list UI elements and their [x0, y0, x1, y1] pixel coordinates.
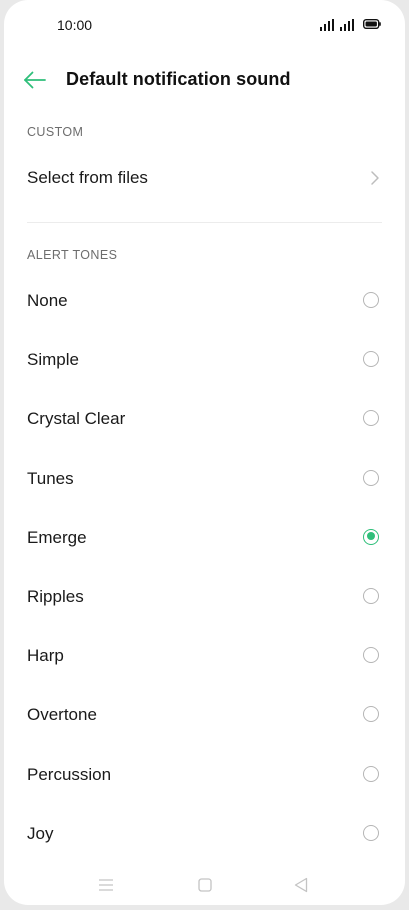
tone-item-joy[interactable]: Joy [4, 805, 405, 864]
radio-button[interactable] [363, 469, 379, 486]
tone-label: Emerge [27, 527, 87, 547]
radio-button[interactable] [363, 587, 379, 604]
chevron-right-icon [371, 171, 379, 185]
tone-label: Harp [27, 646, 64, 666]
system-nav-bar [4, 868, 405, 902]
status-bar: 10:00 [4, 0, 405, 50]
page-title: Default notification sound [66, 69, 291, 89]
radio-button-selected[interactable] [363, 528, 379, 545]
tone-label: Ripples [27, 586, 84, 606]
section-label-custom: CUSTOM [27, 125, 84, 139]
home-square-icon[interactable] [198, 878, 212, 892]
status-time: 10:00 [57, 17, 93, 33]
radio-button[interactable] [363, 351, 379, 368]
tone-label: Crystal Clear [27, 409, 126, 429]
screen: 10:00 Default notification sound CUSTOM … [4, 0, 405, 905]
tone-item-ripples[interactable]: Ripples [4, 568, 405, 627]
tone-item-crystal-clear[interactable]: Crystal Clear [4, 390, 405, 449]
battery-icon [363, 19, 381, 29]
radio-button[interactable] [363, 706, 379, 723]
tone-item-tunes[interactable]: Tunes [4, 450, 405, 509]
tone-label: Simple [27, 350, 79, 370]
cell-signal-icon [340, 19, 354, 31]
back-triangle-icon[interactable] [294, 877, 308, 893]
tone-label: Overtone [27, 705, 97, 725]
section-divider [27, 222, 382, 223]
cell-signal-icon [320, 19, 334, 31]
menu-icon[interactable] [98, 878, 114, 892]
alert-tone-list: None Simple Crystal Clear Tunes Emerge R… [4, 272, 405, 864]
tone-item-none[interactable]: None [4, 272, 405, 331]
tone-item-harp[interactable]: Harp [4, 627, 405, 686]
arrow-left-icon[interactable] [22, 66, 48, 94]
tone-label: Percussion [27, 764, 112, 784]
tone-item-overtone[interactable]: Overtone [4, 686, 405, 745]
tone-item-simple[interactable]: Simple [4, 331, 405, 390]
select-from-files-row[interactable]: Select from files [4, 150, 405, 206]
radio-button[interactable] [363, 410, 379, 427]
tone-label: Tunes [27, 468, 74, 488]
app-header: Default notification sound [4, 58, 405, 102]
radio-button[interactable] [363, 292, 379, 308]
radio-button[interactable] [363, 647, 379, 664]
tone-label: Joy [27, 823, 54, 843]
select-from-files-label: Select from files [27, 168, 148, 187]
radio-button[interactable] [363, 824, 379, 841]
tone-label: None [27, 291, 68, 310]
tone-item-emerge[interactable]: Emerge [4, 509, 405, 568]
radio-button[interactable] [363, 765, 379, 782]
tone-item-percussion[interactable]: Percussion [4, 746, 405, 805]
section-label-alert-tones: ALERT TONES [27, 248, 118, 262]
